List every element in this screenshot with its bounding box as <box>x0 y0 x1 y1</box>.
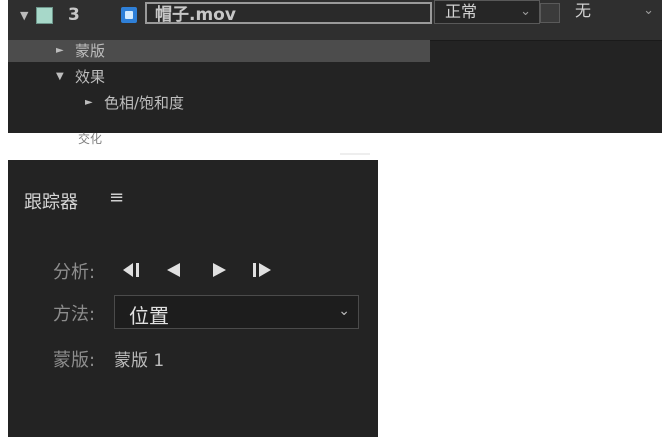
sub-row-mask[interactable]: ► 蒙版 <box>8 40 430 62</box>
analysis-label: 分析: <box>53 262 96 283</box>
step-backward-icon[interactable] <box>121 260 145 280</box>
track-matte-value: 无 <box>575 1 592 20</box>
label-color-swatch[interactable] <box>36 7 53 24</box>
sub-row-hue-saturation[interactable]: ► 色相/饱和度 <box>8 92 662 114</box>
layer-name-field[interactable]: 帽子.mov <box>145 2 432 25</box>
triangle-right-icon: ► <box>56 45 64 56</box>
hamburger-menu-icon[interactable]: ≡ <box>109 189 125 207</box>
play-forward-icon[interactable] <box>209 260 233 280</box>
chevron-down-icon: ⌄ <box>643 3 654 18</box>
track-matte-dropdown[interactable]: 无 ⌄ <box>575 0 662 24</box>
method-value: 位置 <box>129 304 169 328</box>
method-label: 方法: <box>53 304 96 325</box>
cut-off-text: 交化 <box>78 132 103 146</box>
layer-number: 3 <box>68 5 80 25</box>
triangle-right-icon: ► <box>85 97 93 108</box>
sub-row-label: 蒙版 <box>75 42 106 60</box>
sub-row-label: 色相/饱和度 <box>104 94 185 112</box>
sub-row-effects[interactable]: ▼ 效果 <box>8 66 662 88</box>
mask-value[interactable]: 蒙版 1 <box>114 346 164 371</box>
triangle-down-icon: ▼ <box>56 71 64 82</box>
mask-label: 蒙版: <box>53 350 96 371</box>
panel-title: 跟踪器 <box>24 192 78 213</box>
chevron-down-icon: ⌄ <box>520 4 531 19</box>
method-dropdown[interactable]: 位置 ⌄ <box>114 295 359 329</box>
layer-row[interactable]: ▼ 3 帽子.mov 正常 ⌄ 无 ⌄ <box>8 0 662 41</box>
timeline-panel: ▼ 3 帽子.mov 正常 ⌄ 无 ⌄ ► 蒙版 ▼ 效果 ► 色相/饱和度 交… <box>8 0 662 146</box>
video-file-icon <box>121 7 137 23</box>
chevron-down-icon: ⌄ <box>338 303 350 319</box>
blend-mode-value: 正常 <box>445 2 478 21</box>
play-backward-icon[interactable] <box>164 260 188 280</box>
blend-mode-dropdown[interactable]: 正常 ⌄ <box>434 0 540 24</box>
layer-expand-icon[interactable]: ▼ <box>20 9 34 23</box>
sub-row-label: 效果 <box>75 68 106 86</box>
step-forward-icon[interactable] <box>250 260 274 280</box>
divider <box>340 153 370 155</box>
tracker-panel: 跟踪器 ≡ 分析: 方法: 位置 ⌄ 蒙版: 蒙版 1 <box>8 153 378 437</box>
track-matte-checkbox[interactable] <box>540 3 560 23</box>
